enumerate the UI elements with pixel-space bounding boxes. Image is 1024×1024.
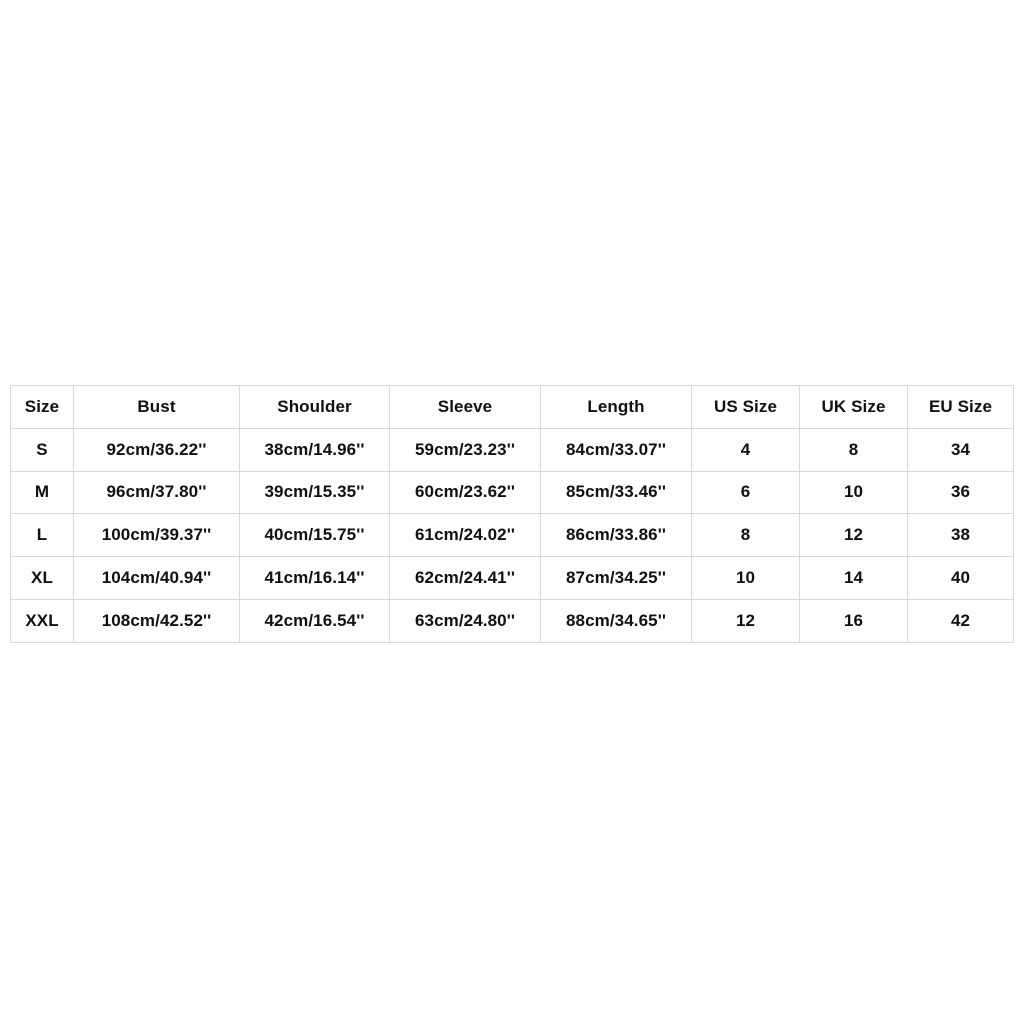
cell-sleeve: 63cm/24.80'' (389, 598, 541, 643)
cell-size: XL (10, 556, 74, 600)
cell-shoulder: 40cm/15.75'' (239, 513, 390, 558)
cell-shoulder: 38cm/14.96'' (239, 427, 390, 472)
cell-bust: 104cm/40.94'' (73, 556, 240, 600)
column-header-us-size: US Size (691, 385, 800, 429)
size-chart-table: Size Bust Shoulder Sleeve Length US Size… (10, 385, 1014, 643)
table-row: L 100cm/39.37'' 40cm/15.75'' 61cm/24.02'… (10, 513, 1014, 558)
cell-us-size: 8 (691, 513, 800, 558)
cell-eu-size: 40 (907, 556, 1014, 600)
cell-uk-size: 10 (799, 470, 908, 515)
cell-uk-size: 16 (799, 598, 908, 643)
cell-sleeve: 60cm/23.62'' (389, 470, 541, 515)
cell-size: L (10, 513, 74, 558)
cell-length: 88cm/34.65'' (540, 598, 692, 643)
table-row: S 92cm/36.22'' 38cm/14.96'' 59cm/23.23''… (10, 427, 1014, 472)
cell-length: 87cm/34.25'' (540, 556, 692, 600)
column-header-uk-size: UK Size (799, 385, 908, 429)
cell-shoulder: 39cm/15.35'' (239, 470, 390, 515)
cell-shoulder: 42cm/16.54'' (239, 598, 390, 643)
column-header-bust: Bust (73, 385, 240, 429)
column-header-length: Length (540, 385, 692, 429)
cell-length: 84cm/33.07'' (540, 427, 692, 472)
column-header-eu-size: EU Size (907, 385, 1014, 429)
cell-bust: 100cm/39.37'' (73, 513, 240, 558)
cell-sleeve: 61cm/24.02'' (389, 513, 541, 558)
cell-bust: 108cm/42.52'' (73, 598, 240, 643)
cell-shoulder: 41cm/16.14'' (239, 556, 390, 600)
table-row: M 96cm/37.80'' 39cm/15.35'' 60cm/23.62''… (10, 470, 1014, 515)
cell-eu-size: 42 (907, 598, 1014, 643)
cell-us-size: 10 (691, 556, 800, 600)
cell-bust: 96cm/37.80'' (73, 470, 240, 515)
column-header-sleeve: Sleeve (389, 385, 541, 429)
cell-uk-size: 8 (799, 427, 908, 472)
column-header-size: Size (10, 385, 74, 429)
table-row: XL 104cm/40.94'' 41cm/16.14'' 62cm/24.41… (10, 556, 1014, 600)
cell-us-size: 4 (691, 427, 800, 472)
cell-length: 86cm/33.86'' (540, 513, 692, 558)
cell-sleeve: 62cm/24.41'' (389, 556, 541, 600)
cell-eu-size: 38 (907, 513, 1014, 558)
cell-eu-size: 36 (907, 470, 1014, 515)
cell-bust: 92cm/36.22'' (73, 427, 240, 472)
cell-size: S (10, 427, 74, 472)
cell-sleeve: 59cm/23.23'' (389, 427, 541, 472)
table-row: XXL 108cm/42.52'' 42cm/16.54'' 63cm/24.8… (10, 598, 1014, 643)
column-header-shoulder: Shoulder (239, 385, 390, 429)
cell-size: M (10, 470, 74, 515)
cell-uk-size: 14 (799, 556, 908, 600)
cell-uk-size: 12 (799, 513, 908, 558)
cell-us-size: 12 (691, 598, 800, 643)
cell-size: XXL (10, 598, 74, 643)
cell-eu-size: 34 (907, 427, 1014, 472)
cell-length: 85cm/33.46'' (540, 470, 692, 515)
table-header-row: Size Bust Shoulder Sleeve Length US Size… (10, 385, 1014, 429)
cell-us-size: 6 (691, 470, 800, 515)
